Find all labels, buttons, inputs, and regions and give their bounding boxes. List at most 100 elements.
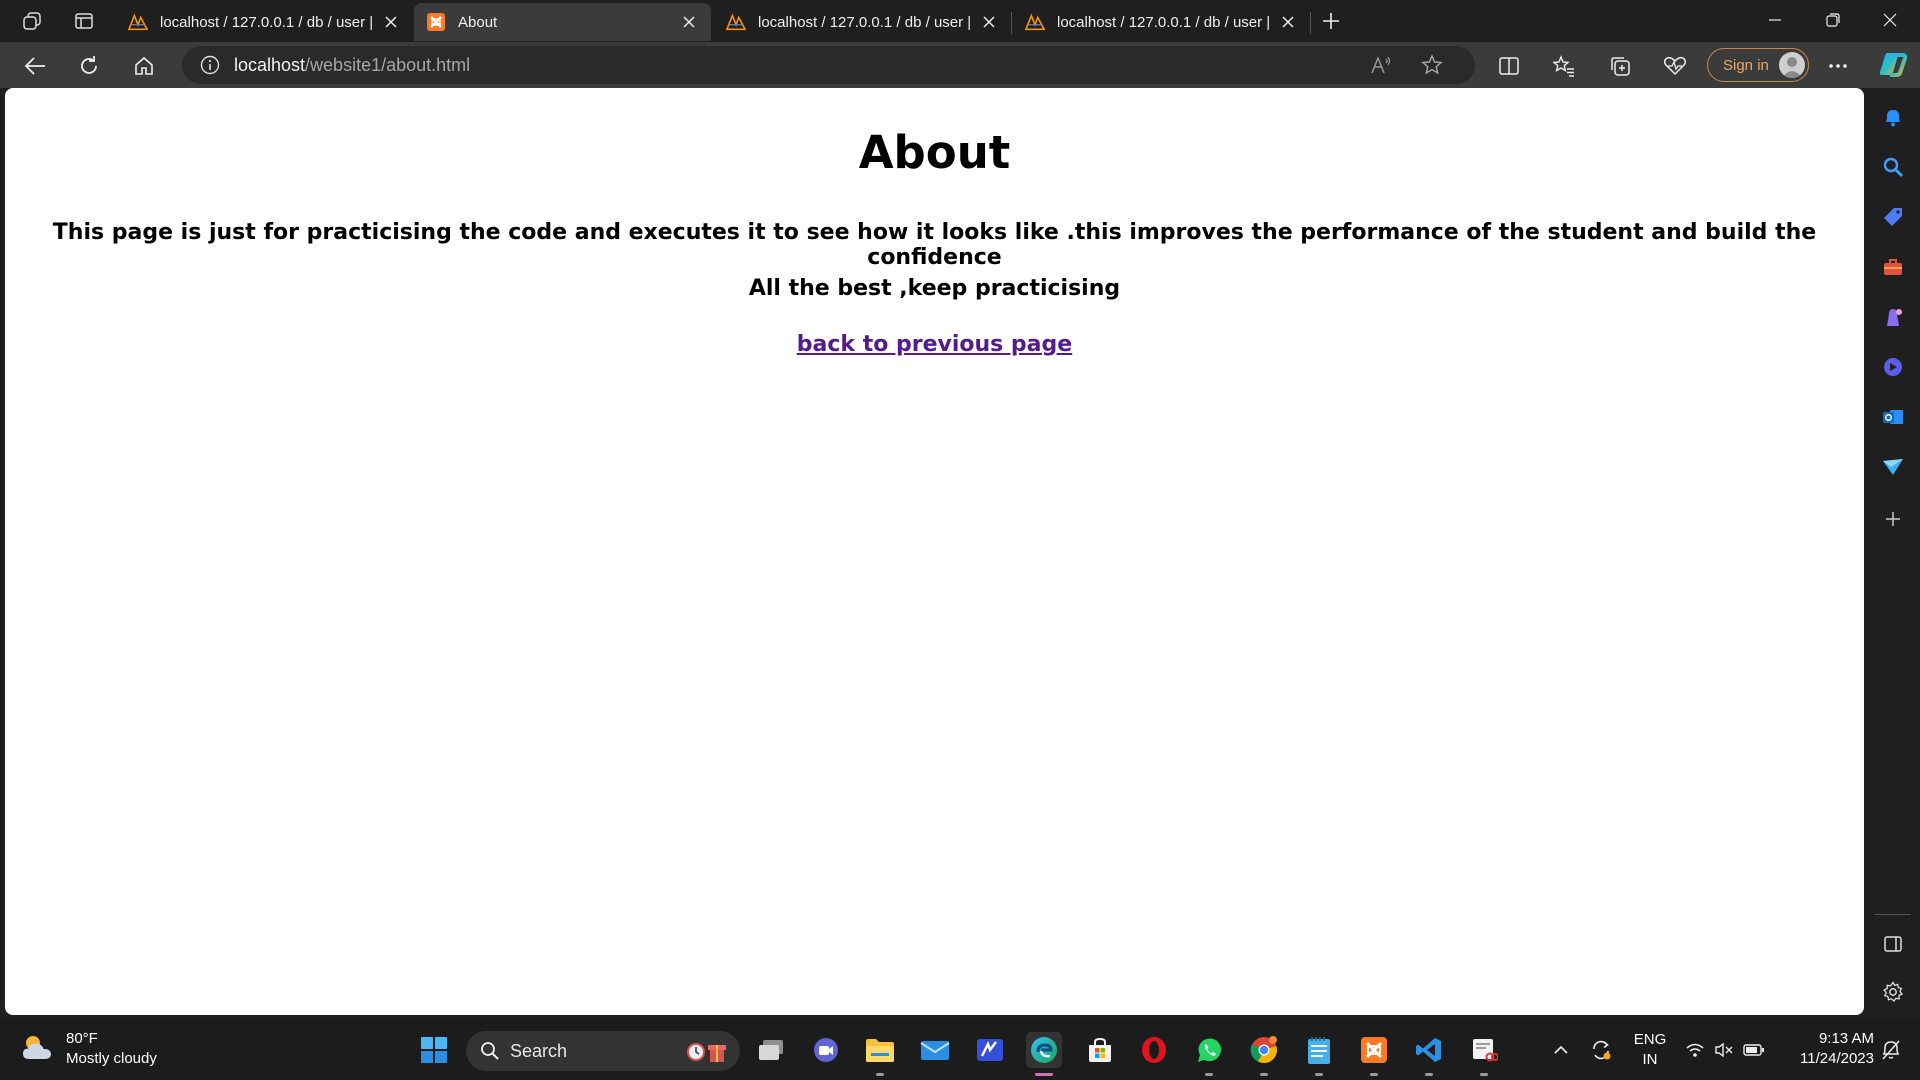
tab-title: localhost / 127.0.0.1 / db / user | <box>1057 13 1270 31</box>
close-icon[interactable] <box>1278 12 1298 32</box>
intro-paragraph: This page is just for practicising the c… <box>52 220 1817 270</box>
tab-phpmyadmin-2[interactable]: localhost / 127.0.0.1 / db / user | <box>714 3 1011 41</box>
search-highlight-icon <box>686 1038 728 1064</box>
page-heading: About <box>858 126 1011 179</box>
notifications-bell-icon[interactable] <box>1880 104 1906 130</box>
games-icon[interactable] <box>1880 304 1906 330</box>
windows-start-icon[interactable] <box>416 1032 452 1068</box>
xampp-icon <box>426 12 446 32</box>
drop-send-icon[interactable] <box>1880 454 1906 480</box>
microsoft-365-icon[interactable] <box>1880 354 1906 380</box>
sidebar-settings-gear-icon[interactable] <box>1880 979 1906 1005</box>
tools-briefcase-icon[interactable] <box>1880 254 1906 280</box>
back-link-container: back to previous page <box>5 332 1864 357</box>
running-indicator <box>1480 1073 1488 1076</box>
windows-taskbar: 80°F Mostly cloudy Search ENG IN 9:13 AM… <box>0 1020 1920 1080</box>
phpmyadmin-icon <box>726 12 746 32</box>
wifi-icon <box>1685 1042 1705 1058</box>
teams-meet-icon[interactable] <box>808 1032 844 1068</box>
refresh-icon[interactable] <box>72 49 106 83</box>
notification-center-icon[interactable] <box>1874 1032 1908 1068</box>
input-language-indicator[interactable]: ENG IN <box>1624 1030 1676 1070</box>
site-info-icon[interactable] <box>200 55 220 75</box>
tab-separator <box>1011 12 1012 34</box>
chrome-browser-icon[interactable] <box>1246 1032 1282 1076</box>
workspaces-icon[interactable] <box>20 9 44 33</box>
file-explorer-icon[interactable] <box>862 1032 898 1076</box>
browser-essentials-icon[interactable] <box>1658 49 1692 83</box>
mail-icon[interactable] <box>917 1032 953 1068</box>
split-screen-icon[interactable] <box>1492 49 1526 83</box>
sidebar-divider <box>1875 914 1911 915</box>
tab-phpmyadmin-1[interactable]: localhost / 127.0.0.1 / db / user | <box>116 3 413 41</box>
page-viewport: About This page is just for practicising… <box>5 88 1864 1015</box>
title-bar: localhost / 127.0.0.1 / db / user | Abou… <box>0 0 1920 42</box>
tab-separator <box>1310 12 1311 34</box>
weather-widget[interactable]: 80°F Mostly cloudy <box>20 1029 157 1069</box>
running-indicator <box>876 1073 884 1076</box>
sync-icon[interactable] <box>1584 1032 1618 1068</box>
notepad-icon[interactable] <box>1301 1032 1337 1076</box>
close-icon[interactable] <box>679 12 699 32</box>
avatar <box>1779 52 1805 78</box>
shopping-tag-icon[interactable] <box>1880 204 1906 230</box>
tab-actions-icon[interactable] <box>72 9 96 33</box>
edge-browser-icon[interactable] <box>1026 1032 1062 1076</box>
tab-phpmyadmin-3[interactable]: localhost / 127.0.0.1 / db / user | <box>1013 3 1310 41</box>
xampp-control-icon[interactable] <box>1356 1032 1392 1076</box>
search-icon <box>480 1041 500 1061</box>
tab-about[interactable]: About <box>414 3 711 41</box>
volume-muted-icon <box>1714 1042 1734 1058</box>
microsoft-store-icon[interactable] <box>1082 1032 1118 1068</box>
edge-sidebar <box>1866 88 1920 1015</box>
read-aloud-icon[interactable] <box>1370 55 1392 75</box>
copilot-icon[interactable] <box>1876 47 1910 81</box>
outlook-icon[interactable] <box>1880 404 1906 430</box>
task-view-icon[interactable] <box>753 1032 789 1068</box>
sticky-app-icon[interactable] <box>972 1032 1008 1068</box>
url-host: localhost <box>234 54 306 75</box>
phpmyadmin-icon <box>128 12 148 32</box>
clock-time: 9:13 AM <box>1818 1030 1874 1047</box>
weather-temperature: 80°F <box>66 1030 98 1047</box>
running-indicator <box>1205 1073 1213 1076</box>
language-code: ENG <box>1633 1031 1667 1048</box>
search-label: Search <box>510 1040 568 1061</box>
quick-settings-tray[interactable] <box>1680 1032 1770 1068</box>
favorite-star-icon[interactable] <box>1421 54 1443 76</box>
system-clock[interactable]: 9:13 AM 11/24/2023 <box>1780 1029 1874 1069</box>
new-tab-icon[interactable] <box>1319 9 1343 33</box>
close-icon[interactable] <box>381 12 401 32</box>
region-code: IN <box>1642 1051 1658 1068</box>
url-path: /website1/about.html <box>305 54 471 75</box>
close-window-icon[interactable] <box>1862 0 1918 40</box>
collections-icon[interactable] <box>1603 49 1637 83</box>
search-icon[interactable] <box>1880 154 1906 180</box>
taskbar-search-box[interactable]: Search <box>466 1031 740 1071</box>
sign-in-button[interactable]: Sign in <box>1707 48 1809 82</box>
hide-sidebar-icon[interactable] <box>1880 931 1906 957</box>
clock-date: 11/24/2023 <box>1800 1050 1874 1067</box>
address-bar[interactable]: localhost/website1/about.html <box>182 46 1475 84</box>
add-sidebar-app-icon[interactable] <box>1880 506 1906 532</box>
favorites-icon[interactable] <box>1547 49 1581 83</box>
running-indicator <box>1425 1073 1433 1076</box>
vscode-icon[interactable] <box>1411 1032 1447 1076</box>
tab-title: localhost / 127.0.0.1 / db / user | <box>758 13 971 31</box>
more-options-icon[interactable] <box>1821 49 1855 83</box>
url-text: localhost/website1/about.html <box>234 55 470 76</box>
tab-title: localhost / 127.0.0.1 / db / user | <box>160 13 373 31</box>
restore-icon[interactable] <box>1805 0 1861 40</box>
running-indicator <box>1260 1073 1268 1076</box>
home-icon[interactable] <box>127 49 161 83</box>
back-icon[interactable] <box>18 49 52 83</box>
opera-browser-icon[interactable] <box>1136 1032 1172 1068</box>
show-hidden-icons-chevron-up-icon[interactable] <box>1544 1032 1578 1068</box>
wishes-paragraph: All the best ,keep practicising <box>748 276 1121 301</box>
back-to-previous-link[interactable]: back to previous page <box>797 332 1072 357</box>
tab-title: About <box>458 13 498 31</box>
snipping-tool-icon[interactable] <box>1466 1032 1502 1076</box>
close-icon[interactable] <box>979 12 999 32</box>
minimize-icon[interactable] <box>1747 0 1803 40</box>
whatsapp-icon[interactable] <box>1191 1032 1227 1076</box>
